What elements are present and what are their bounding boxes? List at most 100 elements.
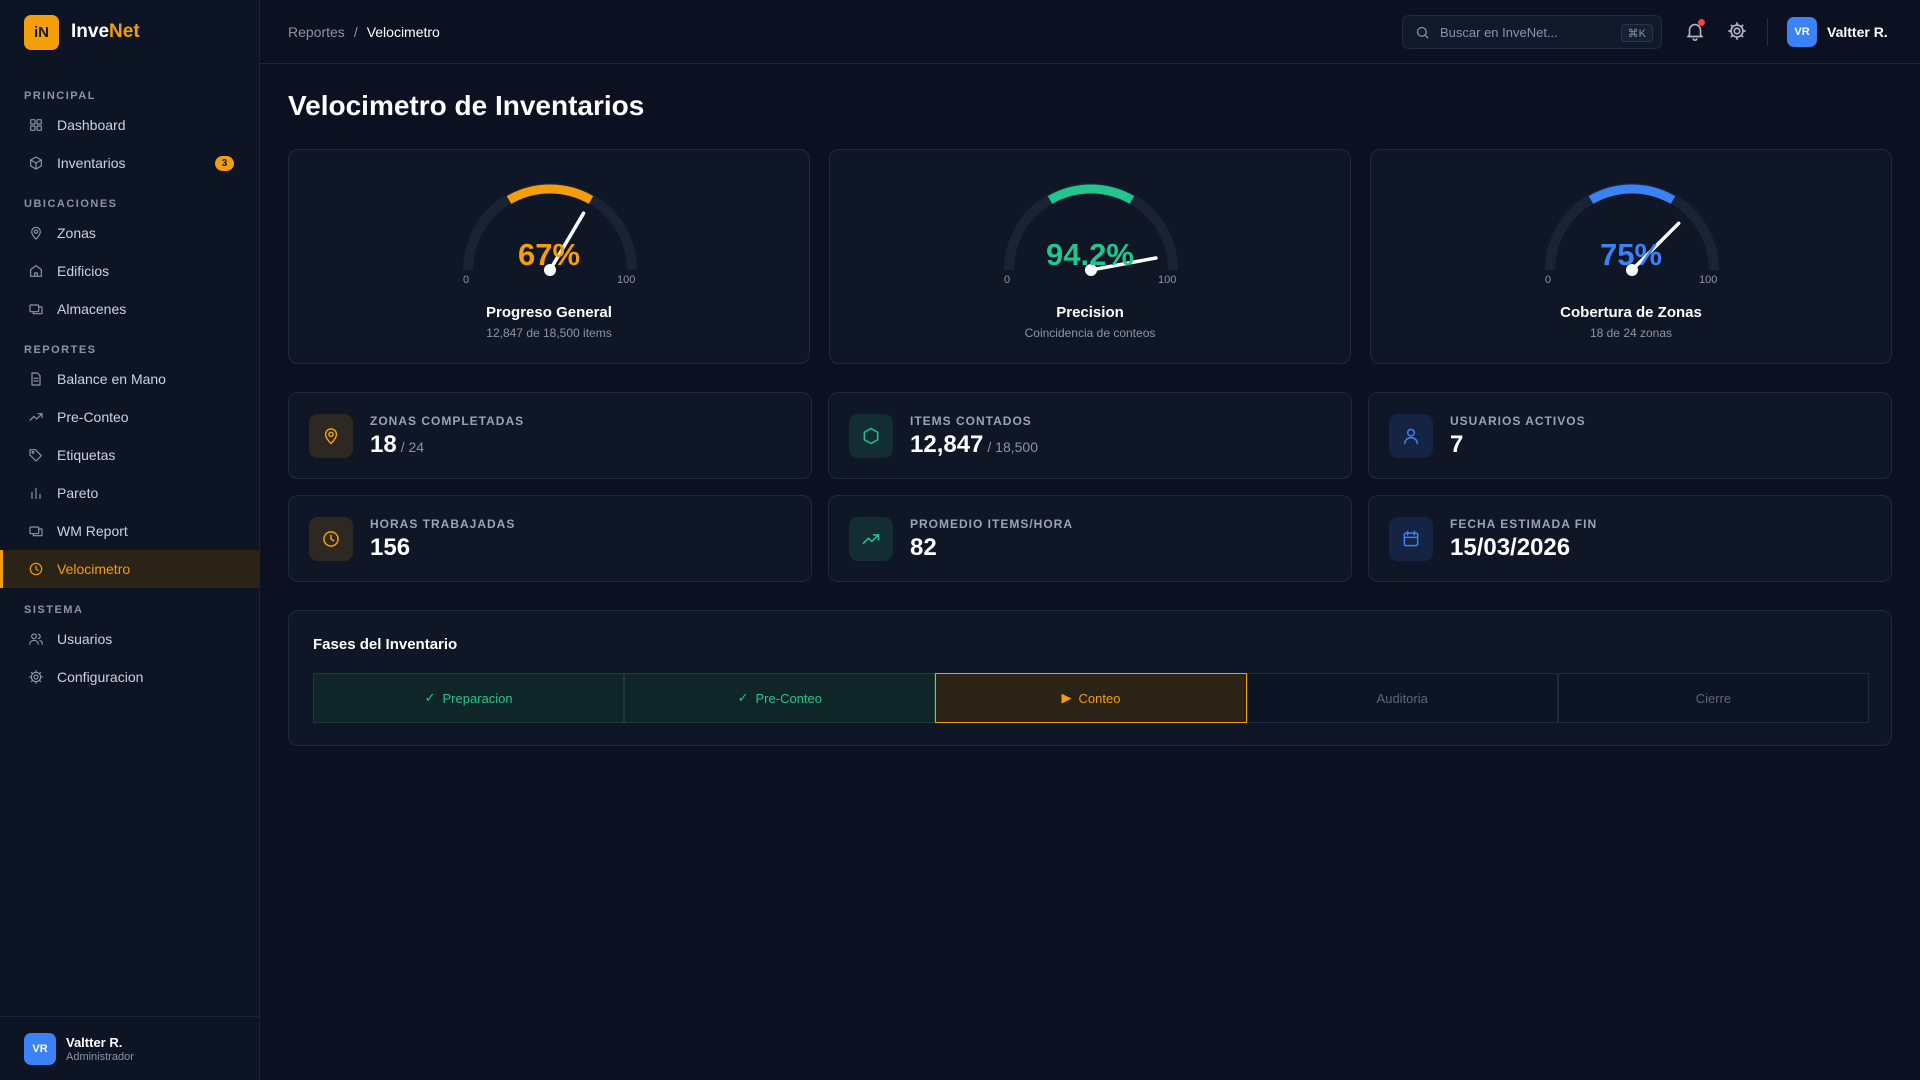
hexagon-icon (863, 427, 879, 445)
gauge-max-label: 100 (1158, 274, 1177, 286)
sidebar-nav: PRINCIPAL Dashboard Inventarios 3 UBICACIONE… (0, 86, 259, 696)
gauge-card-progreso-general: 67% 0 100 Progreso General 12,847 de 18,500 … (288, 149, 810, 364)
sidebar-item-zonas[interactable]: Zonas (0, 214, 259, 252)
sidebar-item-balance-en-mano[interactable]: Balance en Mano (0, 360, 259, 398)
sidebar-item-label: Configuracion (57, 669, 144, 685)
gauge-arc (1047, 184, 1135, 204)
sidebar-item-label: Almacenes (57, 301, 127, 317)
warehouse-icon (29, 304, 43, 315)
sidebar-item-label: Usuarios (57, 631, 113, 647)
phases-title: Fases del Inventario (313, 636, 458, 653)
calendar-icon (1403, 530, 1419, 547)
user-role: Administrador (66, 1050, 134, 1063)
sidebar-item-almacenes[interactable]: Almacenes (0, 290, 259, 328)
sidebar-item-etiquetas[interactable]: Etiquetas (0, 436, 259, 474)
phases-stepper: ✓ Preparacion ✓ Pre-Conteo ▶ Conteo Auditoria C… (313, 673, 1870, 723)
document-icon (31, 372, 41, 386)
notifications-button[interactable] (1684, 19, 1706, 42)
trending-up-icon (29, 413, 43, 421)
sidebar-item-label: Inventarios (57, 155, 126, 171)
stat-card-items-contados: ITEMS CONTADOS 12,847/ 18,500 (828, 392, 1352, 479)
brand-logo: iN (24, 14, 59, 50)
gauge-card-precision: 94.2% 0 100 Precision Coincidencia de conteo… (829, 149, 1351, 364)
stat-label: FECHA ESTIMADA FIN (1450, 517, 1598, 531)
sidebar-item-pareto[interactable]: Pareto (0, 474, 259, 512)
breadcrumb-current: Velocimetro (366, 24, 440, 40)
gear-icon (1728, 22, 1746, 40)
sidebar-item-configuracion[interactable]: Configuracion (0, 658, 259, 696)
breadcrumb-parent[interactable]: Reportes (288, 24, 345, 40)
sidebar-item-label: Velocimetro (57, 561, 131, 577)
phase-label: Conteo (1078, 690, 1121, 706)
gauge-max-label: 100 (1699, 274, 1718, 286)
map-pin-icon (31, 226, 41, 240)
sidebar-item-edificios[interactable]: Edificios (0, 252, 259, 290)
stat-card-horas-trabajadas: HORAS TRABAJADAS 156 (288, 495, 812, 582)
gauge-subtitle: 12,847 de 18,500 items (486, 326, 612, 340)
stat-card-fecha-estimada-fin: FECHA ESTIMADA FIN 15/03/2026 (1368, 495, 1892, 582)
sidebar-item-usuarios[interactable]: Usuarios (0, 620, 259, 658)
sidebar-item-label: Pre-Conteo (57, 409, 129, 425)
sidebar-item-velocimetro[interactable]: Velocimetro (0, 550, 259, 588)
sidebar-item-dashboard[interactable]: Dashboard (0, 106, 259, 144)
stat-value: 18/ 24 (370, 431, 424, 459)
phase-step-auditoria[interactable]: Auditoria (1246, 673, 1558, 723)
header-user-name: Valtter R. (1827, 24, 1888, 40)
sidebar-item-label: Balance en Mano (57, 371, 166, 387)
sidebar-item-inventarios[interactable]: Inventarios 3 (0, 144, 259, 182)
check-icon: ✓ (737, 690, 749, 705)
notification-dot (1698, 19, 1705, 26)
sidebar-item-wm-report[interactable]: WM Report (0, 512, 259, 550)
stat-value: 15/03/2026 (1450, 534, 1570, 562)
settings-button[interactable] (1726, 20, 1748, 42)
phase-step-preparacion[interactable]: ✓ Preparacion (313, 673, 625, 723)
play-icon: ▶ (1061, 690, 1072, 705)
search-input[interactable] (1440, 24, 1610, 40)
gauge-arc (506, 184, 594, 204)
header-user-menu[interactable]: VR Valtter R. (1787, 17, 1888, 47)
gauge-min-label: 0 (463, 274, 470, 286)
avatar: VR (24, 1032, 56, 1065)
nav-section-ubicaciones: UBICACIONES Zonas Edificios Almacenes (0, 194, 259, 328)
building-icon (30, 265, 42, 277)
nav-section-title: UBICACIONES (24, 198, 118, 210)
stat-value-suffix: / 18,500 (987, 439, 1039, 455)
gauge-arc (1588, 184, 1676, 204)
stat-value-number: 15/03/2026 (1450, 534, 1571, 561)
gauge-card-cobertura-de-zonas: 75% 0 100 Cobertura de Zonas 18 de 24 zonas (1370, 149, 1892, 364)
count-badge: 3 (215, 156, 234, 171)
gauge-subtitle: 18 de 24 zonas (1589, 326, 1673, 340)
brand[interactable]: iN InveNet (0, 0, 259, 64)
stat-icon-box (849, 414, 893, 458)
phase-step-conteo[interactable]: ▶ Conteo (935, 673, 1247, 723)
stat-label: HORAS TRABAJADAS (370, 517, 516, 531)
grid-icon (30, 119, 42, 131)
gauge-min-label: 0 (1004, 274, 1011, 286)
gauge-title: Progreso General (486, 304, 612, 321)
nav-section-title: REPORTES (24, 344, 97, 356)
phase-step-pre-conteo[interactable]: ✓ Pre-Conteo (624, 673, 936, 723)
report-icon (29, 526, 43, 537)
check-icon: ✓ (424, 690, 436, 705)
stat-value-number: 156 (370, 534, 411, 561)
stat-value-suffix: / 24 (400, 439, 425, 455)
topbar: Reportes / Velocimetro ⌘K VR Valtter R. (260, 0, 1920, 64)
sidebar-item-label: Pareto (57, 485, 99, 501)
stat-label: ITEMS CONTADOS (910, 414, 1032, 428)
phase-step-cierre[interactable]: Cierre (1557, 673, 1870, 723)
sidebar-item-pre-conteo[interactable]: Pre-Conteo (0, 398, 259, 436)
stat-card-promedio-items-hora: PROMEDIO ITEMS/HORA 82 (828, 495, 1352, 582)
sidebar-item-label: Dashboard (57, 117, 126, 133)
sidebar-user-profile[interactable]: VR Valtter R. Administrador (0, 1016, 259, 1080)
search-shortcut: ⌘K (1620, 24, 1653, 42)
user-name: Valtter R. (66, 1034, 123, 1050)
search-box[interactable]: ⌘K (1402, 15, 1662, 49)
stat-label: ZONAS COMPLETADAS (370, 414, 525, 428)
header-divider (1767, 18, 1768, 46)
sidebar-item-label: WM Report (57, 523, 128, 539)
stat-icon-box (849, 517, 893, 561)
phase-label: Auditoria (1376, 690, 1428, 706)
phase-label: Preparacion (442, 690, 513, 706)
gear-icon (29, 670, 43, 684)
stat-label: USUARIOS ACTIVOS (1450, 414, 1586, 428)
